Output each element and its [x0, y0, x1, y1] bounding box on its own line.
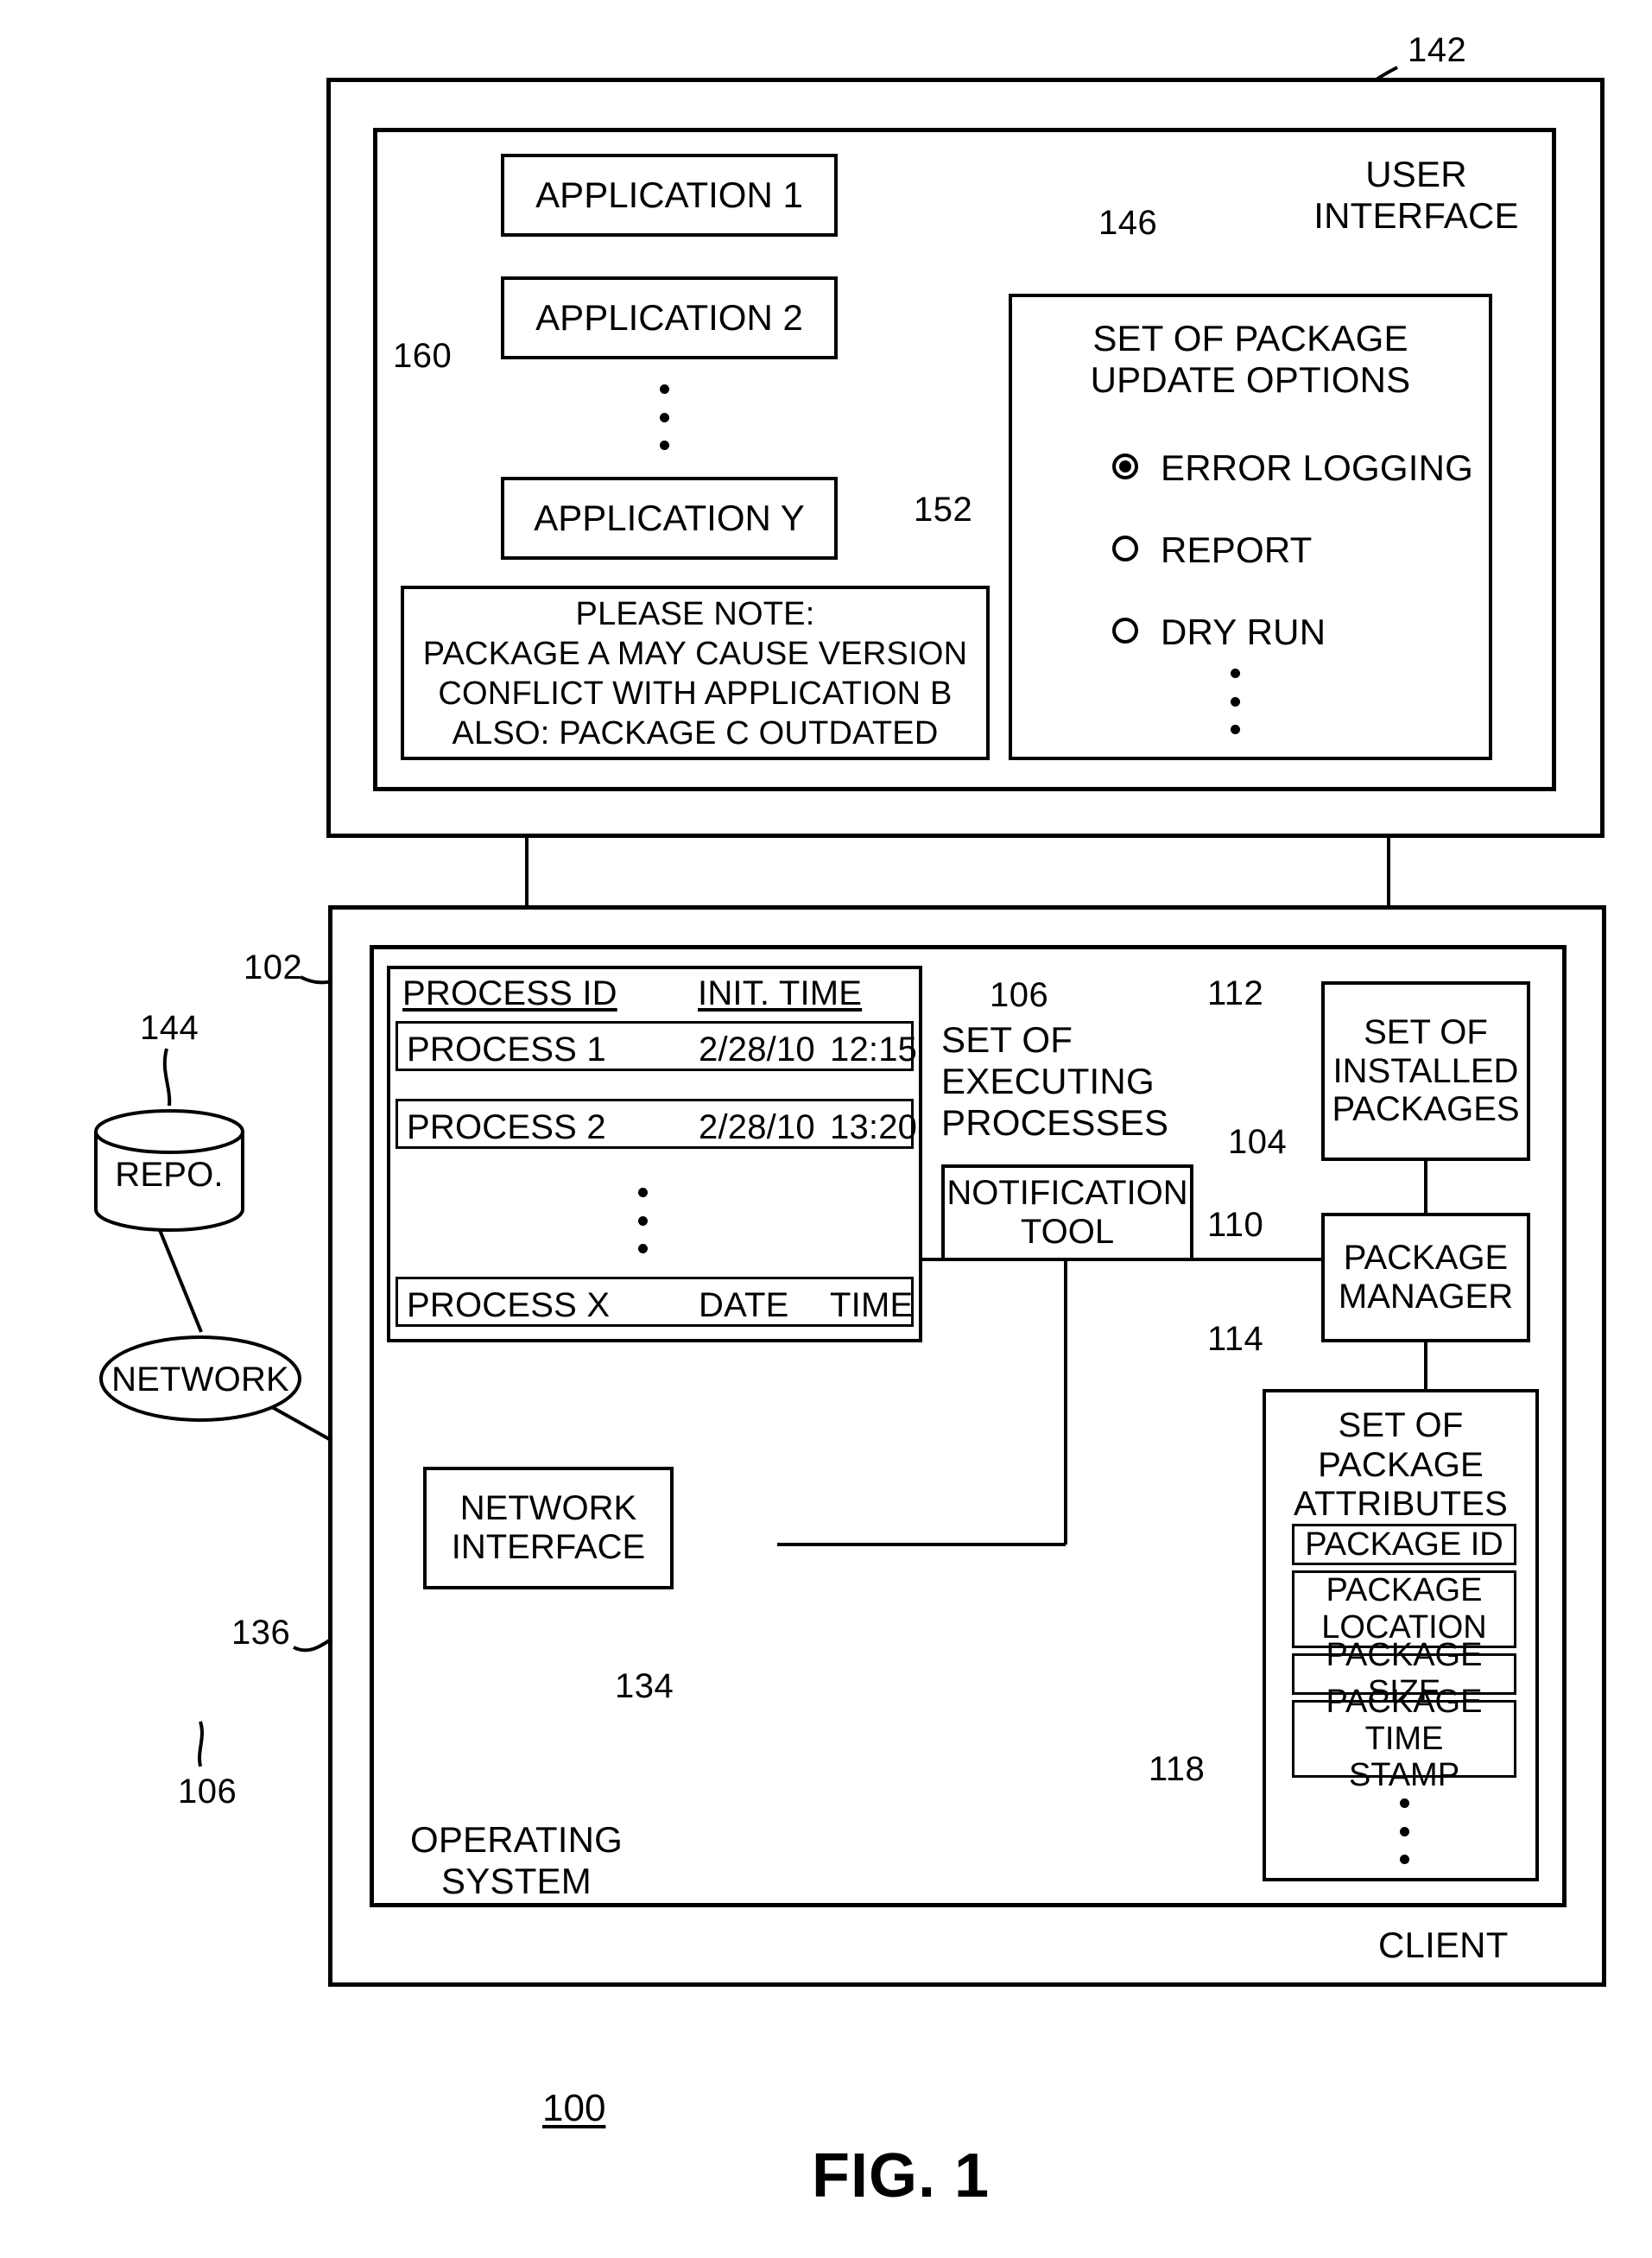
ref-146: 146	[1098, 204, 1158, 242]
process-1-id: PROCESS 1	[407, 1031, 606, 1069]
package-id-label: PACKAGE ID	[1305, 1525, 1503, 1563]
please-note-box: PLEASE NOTE: PACKAGE A MAY CAUSE VERSION…	[401, 586, 990, 760]
application-1-label: APPLICATION 1	[535, 174, 803, 216]
installed-to-manager-connector	[1424, 1161, 1427, 1213]
application-2-label: APPLICATION 2	[535, 297, 803, 339]
applications-ellipsis	[658, 384, 670, 450]
leader-line-144	[162, 1048, 172, 1107]
ref-102: 102	[244, 948, 303, 986]
process-id-column-header: PROCESS ID	[402, 974, 617, 1012]
please-note-line-2: PACKAGE A MAY CAUSE VERSION	[422, 636, 968, 672]
notification-tool-label: NOTIFICATION TOOL	[946, 1174, 1188, 1251]
ref-114: 114	[1207, 1320, 1264, 1358]
network-interface-bus	[777, 1543, 1066, 1546]
application-1-box[interactable]: APPLICATION 1	[501, 154, 838, 237]
radio-report[interactable]	[1112, 536, 1138, 561]
figure-caption: FIG. 1	[812, 2141, 991, 2210]
package-manager-label: PACKAGE MANAGER	[1338, 1239, 1514, 1316]
application-y-box[interactable]: APPLICATION Y	[501, 477, 838, 560]
ref-152: 152	[914, 491, 973, 529]
process-2-time: 13:20	[830, 1108, 918, 1146]
process-x-date: DATE	[699, 1286, 789, 1324]
package-attributes-ellipsis	[1398, 1798, 1410, 1864]
notification-tool-box[interactable]: NOTIFICATION TOOL	[941, 1164, 1193, 1261]
ui-client-connector-left	[525, 836, 529, 907]
application-2-box[interactable]: APPLICATION 2	[501, 276, 838, 359]
installed-packages-label: SET OF INSTALLED PACKAGES	[1332, 1012, 1520, 1129]
package-timestamp-box: PACKAGE TIME STAMP	[1292, 1684, 1516, 1793]
process-x-time: TIME	[830, 1286, 914, 1324]
package-manager-box[interactable]: PACKAGE MANAGER	[1321, 1213, 1530, 1342]
ui-client-connector-right	[1387, 836, 1390, 907]
patent-figure-page: 142 USER INTERFACE 160 APPLICATION 1 APP…	[0, 0, 1652, 2258]
process-1-time: 12:15	[830, 1031, 918, 1069]
update-options-ellipsis	[1229, 669, 1241, 734]
ref-106-processes: 106	[990, 976, 1049, 1014]
process-1-date: 2/28/10	[699, 1031, 815, 1069]
executing-processes-label: SET OF EXECUTING PROCESSES	[941, 1019, 1169, 1143]
ref-104: 104	[1228, 1123, 1288, 1161]
option-label-dry-run[interactable]: DRY RUN	[1161, 612, 1326, 653]
client-label: CLIENT	[1378, 1925, 1509, 1965]
process-2-date: 2/28/10	[699, 1108, 815, 1146]
network-interface-box[interactable]: NETWORK INTERFACE	[423, 1467, 674, 1589]
option-label-report[interactable]: REPORT	[1161, 530, 1312, 571]
ref-160: 160	[393, 337, 453, 375]
package-update-options-panel: SET OF PACKAGE UPDATE OPTIONS ERROR LOGG…	[1009, 294, 1492, 760]
table-row[interactable]: PROCESS 2 2/28/10 13:20	[396, 1099, 918, 1149]
installed-packages-box[interactable]: SET OF INSTALLED PACKAGES	[1321, 981, 1530, 1161]
radio-dry-run[interactable]	[1112, 618, 1138, 644]
table-row[interactable]: PROCESS X DATE TIME	[396, 1277, 914, 1327]
package-attributes-box: SET OF PACKAGE ATTRIBUTES PACKAGE ID PAC…	[1263, 1389, 1539, 1881]
processes-ellipsis	[636, 1188, 649, 1253]
please-note-line-3: CONFLICT WITH APPLICATION B	[438, 675, 953, 712]
package-update-options-title: SET OF PACKAGE UPDATE OPTIONS	[1090, 318, 1411, 400]
system-reference-number: 100	[542, 2087, 606, 2129]
repo-network-link	[158, 1229, 203, 1333]
ref-110: 110	[1207, 1206, 1264, 1244]
manager-to-attributes-connector	[1424, 1342, 1427, 1389]
application-y-label: APPLICATION Y	[534, 498, 805, 539]
network-interface-label: NETWORK INTERFACE	[451, 1489, 646, 1566]
leader-line-106-network	[198, 1721, 204, 1767]
ref-136: 136	[231, 1614, 291, 1652]
package-id-box: PACKAGE ID	[1292, 1524, 1516, 1565]
option-label-error-logging[interactable]: ERROR LOGGING	[1161, 447, 1473, 489]
user-interface-title: USER INTERFACE	[1313, 154, 1519, 236]
process-2-id: PROCESS 2	[407, 1108, 606, 1146]
network-label: NETWORK	[111, 1361, 289, 1399]
ref-134: 134	[615, 1667, 674, 1705]
package-location-label: PACKAGE LOCATION	[1321, 1572, 1487, 1646]
please-note-line-4: ALSO: PACKAGE C OUTDATED	[452, 715, 939, 752]
package-attributes-title: SET OF PACKAGE ATTRIBUTES	[1294, 1406, 1508, 1524]
ref-106-network: 106	[178, 1773, 237, 1811]
ref-112: 112	[1207, 974, 1264, 1012]
radio-error-logging[interactable]	[1112, 454, 1138, 479]
notification-bus-drop	[1064, 1259, 1067, 1544]
table-row[interactable]: PROCESS 1 2/28/10 12:15	[396, 1021, 918, 1071]
notification-manager-bus	[922, 1258, 1323, 1261]
ref-118: 118	[1149, 1750, 1206, 1788]
init-time-column-header: INIT. TIME	[698, 974, 863, 1012]
repository-label: REPO.	[115, 1156, 224, 1194]
please-note-line-1: PLEASE NOTE:	[575, 596, 815, 632]
ref-142: 142	[1408, 31, 1467, 69]
process-x-id: PROCESS X	[407, 1286, 611, 1324]
package-timestamp-label: PACKAGE TIME STAMP	[1326, 1684, 1483, 1794]
operating-system-label: OPERATING SYSTEM	[409, 1819, 623, 1901]
ref-144: 144	[140, 1009, 199, 1047]
